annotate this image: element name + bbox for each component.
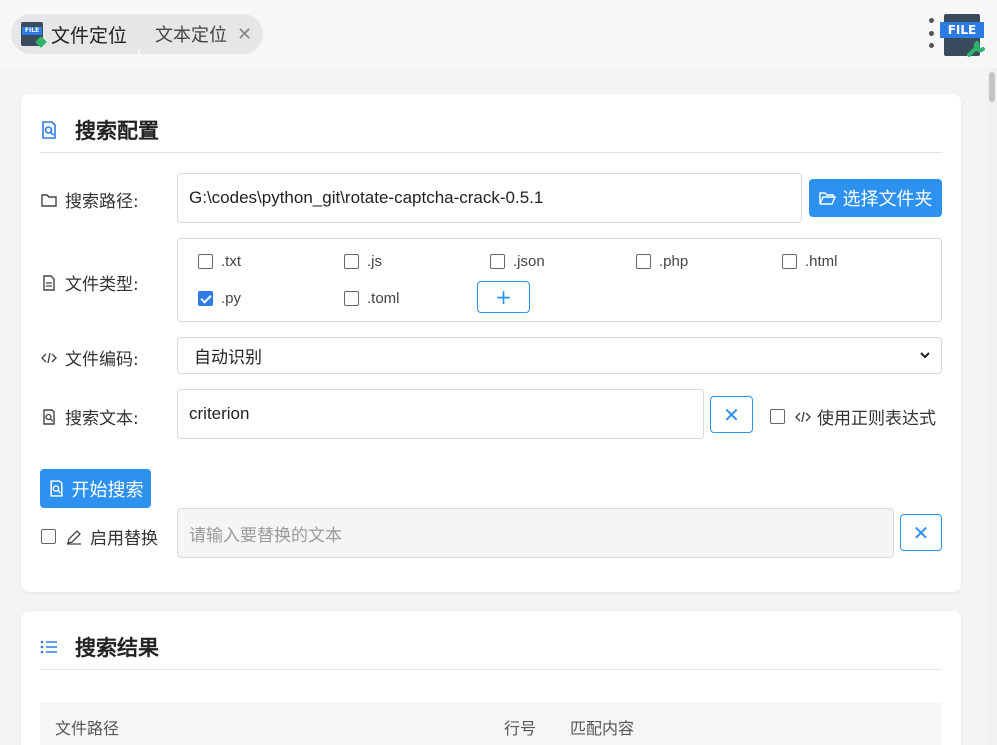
- tab-label: 文本定位: [155, 25, 227, 46]
- search-path-input[interactable]: G:\codes\python_git\rotate-captcha-crack…: [177, 173, 802, 223]
- file-types-label: 文件类型:: [41, 270, 139, 295]
- clear-replace-button[interactable]: ✕: [900, 514, 942, 551]
- column-header[interactable]: 文件路径: [55, 715, 119, 739]
- replace-option[interactable]: 启用替换: [41, 524, 158, 549]
- encoding-label: 文件编码:: [41, 345, 139, 370]
- file-text-icon: [43, 274, 55, 291]
- regex-checkbox[interactable]: [770, 409, 785, 424]
- search-results-title: 搜索结果: [40, 632, 159, 662]
- folder-icon: [41, 193, 57, 207]
- close-icon: ✕: [912, 520, 930, 545]
- filetype-checkbox[interactable]: .py: [198, 290, 241, 307]
- encoding-select[interactable]: 自动识别: [177, 337, 942, 374]
- close-icon[interactable]: ✕: [237, 24, 252, 45]
- search-doc-icon: [49, 480, 63, 497]
- search-doc-icon: [43, 408, 55, 425]
- chevron-down-icon: [920, 352, 930, 359]
- search-doc-icon: [42, 121, 56, 139]
- file-types-box: .txt .js .json .php .html .py .toml +: [177, 238, 942, 322]
- code-icon: [795, 411, 811, 422]
- column-header[interactable]: 行号: [504, 715, 536, 739]
- divider: [40, 669, 942, 670]
- replace-checkbox[interactable]: [41, 529, 56, 544]
- divider: [40, 152, 942, 153]
- page-scrollbar[interactable]: [987, 68, 997, 745]
- close-icon: ✕: [723, 402, 740, 427]
- tab-label: 文件定位: [51, 24, 128, 47]
- column-header[interactable]: 匹配内容: [570, 715, 634, 739]
- filetype-checkbox[interactable]: .json: [490, 253, 545, 270]
- app-logo: FILE: [940, 12, 986, 58]
- filetype-checkbox[interactable]: .php: [636, 253, 688, 270]
- search-config-card: 搜索配置 搜索路径: G:\codes\python_git\rotate-ca…: [21, 94, 961, 592]
- start-search-button[interactable]: 开始搜索: [40, 469, 151, 508]
- replace-text-input[interactable]: 请输入要替换的文本: [177, 508, 894, 558]
- list-icon: [40, 640, 57, 654]
- code-icon: [41, 352, 57, 363]
- add-filetype-button[interactable]: +: [477, 281, 530, 313]
- search-results-card: 搜索结果 文件路径 行号 匹配内容: [21, 611, 961, 745]
- search-config-title: 搜索配置: [40, 115, 159, 145]
- filetype-checkbox[interactable]: .toml: [344, 290, 400, 307]
- filetype-checkbox[interactable]: .js: [344, 253, 382, 270]
- folder-open-icon: [818, 191, 836, 205]
- filetype-checkbox[interactable]: .txt: [198, 253, 241, 270]
- pencil-icon: [67, 529, 81, 545]
- tab-text-locate[interactable]: 文本定位 ✕: [140, 14, 263, 54]
- filetype-checkbox[interactable]: .html: [782, 253, 838, 270]
- top-bar: FILE 文件定位 文本定位 ✕ FILE: [0, 0, 997, 68]
- search-text-label: 搜索文本:: [41, 404, 139, 429]
- tab-file-locate[interactable]: FILE 文件定位: [11, 14, 146, 54]
- path-label: 搜索路径:: [41, 187, 139, 212]
- clear-search-button[interactable]: ✕: [710, 396, 753, 433]
- results-table-header: 文件路径 行号 匹配内容: [40, 702, 942, 745]
- regex-option[interactable]: 使用正则表达式: [770, 404, 936, 429]
- search-text-input[interactable]: criterion: [177, 389, 704, 439]
- file-app-icon: FILE: [21, 22, 47, 48]
- choose-folder-button[interactable]: 选择文件夹: [809, 179, 942, 217]
- more-menu-icon[interactable]: [926, 18, 936, 48]
